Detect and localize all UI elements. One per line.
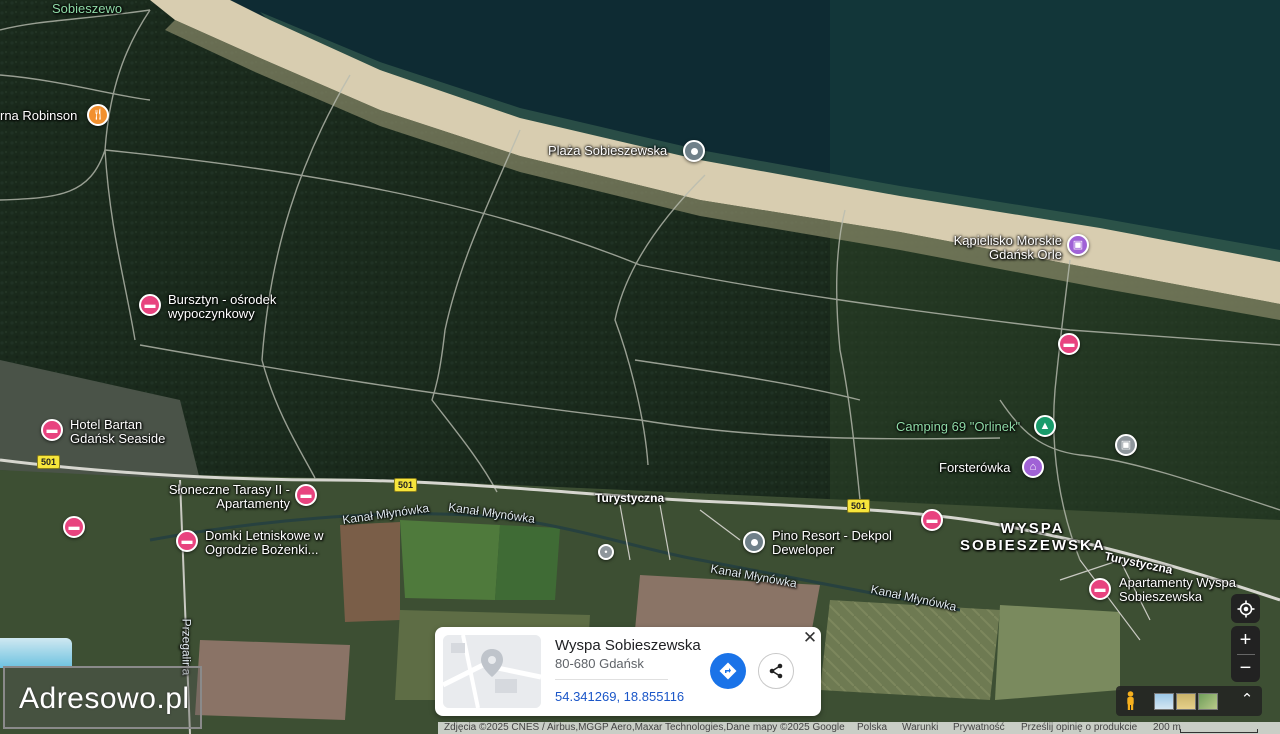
- my-location-button[interactable]: [1231, 594, 1260, 623]
- label-pino[interactable]: Pino Resort - Dekpol Deweloper: [772, 529, 892, 557]
- label-bursztyn[interactable]: Bursztyn - ośrodek wypoczynkowy: [168, 293, 298, 321]
- my-location-icon: [1237, 600, 1254, 617]
- close-button[interactable]: ✕: [802, 629, 818, 647]
- directions-button[interactable]: [710, 653, 746, 689]
- place-card[interactable]: Wyspa Sobieszewska 80-680 Gdańsk 54.3412…: [435, 627, 821, 716]
- share-button[interactable]: [758, 653, 794, 689]
- feedback-link[interactable]: Prześlij opinię o produkcie: [1021, 722, 1137, 734]
- country-link[interactable]: Polska: [857, 722, 887, 734]
- field-1: [340, 522, 400, 622]
- museum-icon[interactable]: ⌂: [1022, 456, 1044, 478]
- privacy-link[interactable]: Prywatność: [953, 722, 1005, 734]
- bed-icon[interactable]: ▬: [1089, 578, 1111, 600]
- map-pin-icon[interactable]: [683, 140, 705, 162]
- bed-icon[interactable]: ▬: [139, 294, 161, 316]
- bed-icon[interactable]: ▬: [41, 419, 63, 441]
- bed-icon[interactable]: ▬: [295, 484, 317, 506]
- map-pin-icon[interactable]: [743, 531, 765, 553]
- layer-thumb-2[interactable]: [1176, 693, 1196, 710]
- tent-icon[interactable]: ▲: [1034, 415, 1056, 437]
- label-kapielisko[interactable]: Kąpielisko Morskie Gdańsk Orle: [940, 234, 1062, 262]
- imagery-credit: Zdjęcia ©2025 CNES / Airbus,MGGP Aero,Ma…: [444, 722, 845, 733]
- watermark: Adresowo.pl: [3, 666, 202, 729]
- terms-link[interactable]: Warunki: [902, 722, 938, 734]
- bed-icon[interactable]: ▬: [63, 516, 85, 538]
- label-plaza[interactable]: Plaża Sobieszewska: [548, 144, 667, 158]
- label-wyspa-area: WYSPA SOBIESZEWSKA: [960, 520, 1106, 554]
- street-view-thumbnail[interactable]: [0, 638, 72, 668]
- label-robinson[interactable]: rna Robinson: [0, 109, 77, 123]
- camera-icon[interactable]: ▣: [1115, 434, 1137, 456]
- pegman-icon[interactable]: [1125, 691, 1136, 711]
- bed-icon[interactable]: ▬: [921, 509, 943, 531]
- scale-bar: [1180, 729, 1258, 733]
- map-preview-icon: [443, 635, 541, 708]
- layers-expand-button[interactable]: ⌃: [1238, 690, 1256, 710]
- label-domki[interactable]: Domki Letniskowe w Ogrodzie Bożenki...: [205, 529, 345, 557]
- field-3: [495, 525, 560, 600]
- scale-label: 200 m: [1153, 722, 1181, 733]
- attribution-bar: Zdjęcia ©2025 CNES / Airbus,MGGP Aero,Ma…: [438, 722, 1280, 734]
- bed-icon[interactable]: ▬: [176, 530, 198, 552]
- zoom-out-button[interactable]: −: [1240, 655, 1252, 682]
- field-7: [195, 640, 350, 720]
- field-5: [820, 600, 1000, 700]
- route-shield: 501: [37, 455, 61, 469]
- layer-thumb-1[interactable]: [1154, 693, 1174, 710]
- place-title: Wyspa Sobieszewska: [555, 637, 701, 654]
- route-shield: 501: [847, 499, 871, 513]
- route-shield: 501: [394, 478, 418, 492]
- place-address: 80-680 Gdańsk: [555, 656, 644, 671]
- camera-icon[interactable]: ▣: [1067, 234, 1089, 256]
- label-sobieszewo[interactable]: Sobieszewo: [52, 2, 122, 16]
- bed-icon[interactable]: ▬: [1058, 333, 1080, 355]
- field-6: [995, 605, 1120, 700]
- place-thumbnail[interactable]: [443, 635, 541, 708]
- label-street-turystyczna-1: Turystyczna: [595, 491, 665, 505]
- field-2: [400, 520, 500, 600]
- label-hotel-bartan[interactable]: Hotel Bartan Gdańsk Seaside: [70, 418, 180, 446]
- zoom-in-button[interactable]: +: [1240, 627, 1252, 654]
- share-icon: [769, 663, 783, 679]
- layer-thumb-3[interactable]: [1198, 693, 1218, 710]
- label-sloneczne[interactable]: Słoneczne Tarasy II - Apartamenty: [168, 483, 290, 511]
- directions-icon: [719, 662, 737, 680]
- fork-knife-icon[interactable]: 🍴︎: [87, 104, 109, 126]
- place-coordinates[interactable]: 54.341269, 18.855116: [555, 689, 684, 704]
- label-camping[interactable]: Camping 69 "Orlinek": [896, 420, 1020, 434]
- zoom-controls: + −: [1231, 626, 1260, 682]
- layers-bar: ⌃: [1116, 686, 1262, 716]
- watermark-text: Adresowo.pl: [19, 682, 190, 715]
- label-forsterowka[interactable]: Forsterówka: [939, 461, 1011, 475]
- divider: [555, 679, 668, 680]
- map-pin-icon[interactable]: •: [598, 544, 614, 560]
